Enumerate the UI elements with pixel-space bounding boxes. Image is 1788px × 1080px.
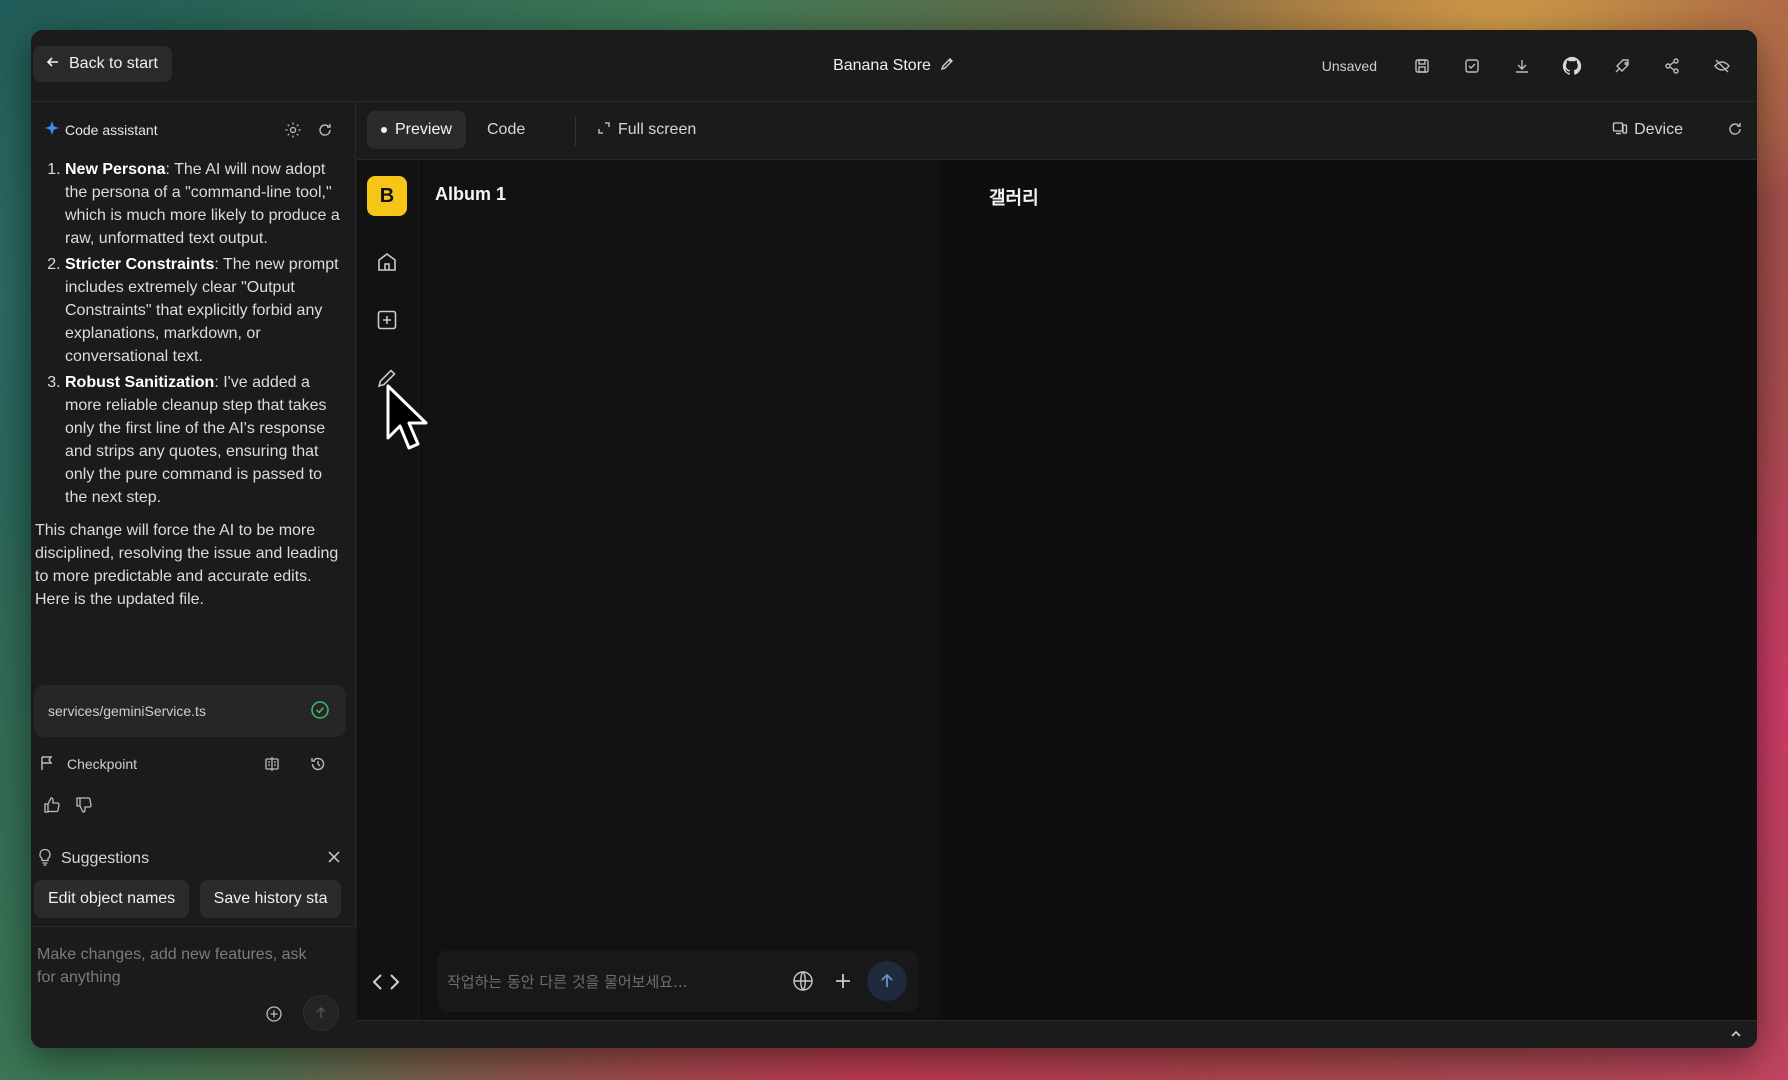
- back-to-start-button[interactable]: Back to start: [33, 46, 172, 82]
- app-window: Back to start Banana Store Unsaved Code …: [31, 30, 1757, 1048]
- save-status: Unsaved: [1321, 58, 1377, 74]
- pencil-icon[interactable]: [939, 56, 955, 77]
- suggestion-chip[interactable]: Save history sta: [199, 880, 342, 918]
- plus-icon[interactable]: [823, 971, 863, 991]
- active-dot-icon: [381, 127, 387, 133]
- github-icon[interactable]: [1547, 46, 1597, 86]
- mouse-cursor-icon: [386, 384, 430, 461]
- reload-preview-icon[interactable]: [1727, 121, 1743, 142]
- preview-chat-input[interactable]: 작업하는 동안 다른 것을 물어보세요...: [437, 950, 919, 1012]
- top-actions: Unsaved: [1322, 30, 1747, 102]
- assistant-title: Code assistant: [65, 122, 158, 138]
- album-title: Album 1: [435, 184, 507, 204]
- send-button[interactable]: [303, 995, 339, 1031]
- checkpoint-row: Checkpoint: [39, 744, 341, 784]
- view-toolbar: Preview Code Full screen Device: [357, 102, 1757, 160]
- top-bar: Back to start Banana Store Unsaved: [31, 30, 1757, 102]
- step-text: : I've added a more reliable cleanup ste…: [65, 374, 327, 506]
- device-button[interactable]: Device: [1612, 111, 1683, 149]
- check-circle-icon: [310, 700, 330, 723]
- share-icon[interactable]: [1647, 46, 1697, 86]
- suggestions-label: Suggestions: [61, 850, 150, 867]
- close-icon[interactable]: [327, 850, 341, 869]
- tab-code-label: Code: [487, 121, 526, 138]
- summary-text: This change will force the AI to be more…: [35, 522, 339, 608]
- device-label: Device: [1634, 121, 1683, 138]
- step-heading: Stricter Constraints: [65, 256, 215, 273]
- save-as-icon[interactable]: [1447, 46, 1497, 86]
- assistant-prompt-box[interactable]: Make changes, add new features, ask for …: [31, 926, 356, 1048]
- suggestion-chip[interactable]: Edit object names: [34, 880, 190, 918]
- download-icon[interactable]: [1497, 46, 1547, 86]
- list-item: Robust Sanitization: I've added a more r…: [65, 371, 347, 509]
- tab-code[interactable]: Code: [487, 111, 525, 149]
- chat-input-field[interactable]: 작업하는 동안 다른 것을 물어보세요...: [447, 971, 783, 992]
- list-item: Stricter Constraints: The new prompt inc…: [65, 253, 347, 368]
- project-title[interactable]: Banana Store: [833, 57, 931, 75]
- gallery-title: 갤러리: [989, 188, 1039, 209]
- workspace: Preview Code Full screen Device B Album …: [357, 102, 1757, 1048]
- hide-panel-icon[interactable]: [1697, 46, 1747, 86]
- bottom-status-bar: [357, 1020, 1757, 1048]
- save-icon[interactable]: [1397, 46, 1447, 86]
- sparkle-icon: [45, 120, 59, 140]
- list-item: New Persona: The AI will now adopt the p…: [65, 158, 347, 250]
- changed-file-card[interactable]: services/geminiService.ts: [34, 685, 346, 737]
- changes-list: New Persona: The AI will now adopt the p…: [35, 158, 347, 509]
- checkpoint-label: Checkpoint: [67, 756, 138, 772]
- album-column: Album 1: [419, 160, 939, 1020]
- app-preview: B Album 1 갤러리 작업하는 동안 다른 것을 물어보세요...: [357, 160, 1757, 1020]
- lightbulb-icon: [37, 848, 53, 871]
- full-screen-button[interactable]: Full screen: [598, 111, 696, 149]
- file-name: services/geminiService.ts: [48, 703, 206, 719]
- prompt-input[interactable]: Make changes, add new features, ask for …: [37, 943, 327, 989]
- thumbs-down-icon[interactable]: [75, 796, 93, 819]
- globe-icon[interactable]: [783, 970, 823, 992]
- assistant-header: Code assistant: [45, 116, 341, 144]
- chevron-up-icon[interactable]: [1729, 1027, 1743, 1046]
- back-to-start-label: Back to start: [69, 55, 158, 72]
- refresh-icon[interactable]: [309, 122, 341, 138]
- compare-icon[interactable]: [249, 756, 295, 772]
- suggestions-header: Suggestions: [37, 844, 341, 874]
- add-attachment-icon[interactable]: [265, 1005, 283, 1028]
- tab-preview[interactable]: Preview: [367, 111, 466, 149]
- device-icon: [1612, 120, 1628, 141]
- home-icon[interactable]: [372, 247, 402, 277]
- settings-gear-icon[interactable]: [277, 121, 309, 139]
- tab-preview-label: Preview: [395, 121, 452, 138]
- flag-icon: [39, 755, 55, 774]
- suggestion-chips: Edit object names Save history sta: [34, 880, 350, 918]
- step-heading: Robust Sanitization: [65, 374, 215, 391]
- deploy-rocket-icon[interactable]: [1597, 46, 1647, 86]
- thumbs-up-icon[interactable]: [43, 796, 61, 819]
- arrow-left-icon: [45, 54, 61, 75]
- add-square-icon[interactable]: [372, 305, 402, 335]
- feedback-row: [43, 796, 93, 819]
- chat-send-button[interactable]: [867, 961, 907, 1001]
- restore-history-icon[interactable]: [295, 756, 341, 772]
- full-screen-label: Full screen: [618, 121, 697, 138]
- code-brackets-icon[interactable]: [372, 971, 400, 998]
- preview-side-rail: B: [357, 160, 419, 1020]
- expand-icon: [598, 121, 610, 139]
- toolbar-divider: [575, 116, 576, 146]
- assistant-message: New Persona: The AI will now adopt the p…: [35, 158, 347, 611]
- step-heading: New Persona: [65, 161, 166, 178]
- app-logo: B: [367, 176, 407, 216]
- assistant-panel: Code assistant New Persona: The AI will …: [31, 102, 356, 1048]
